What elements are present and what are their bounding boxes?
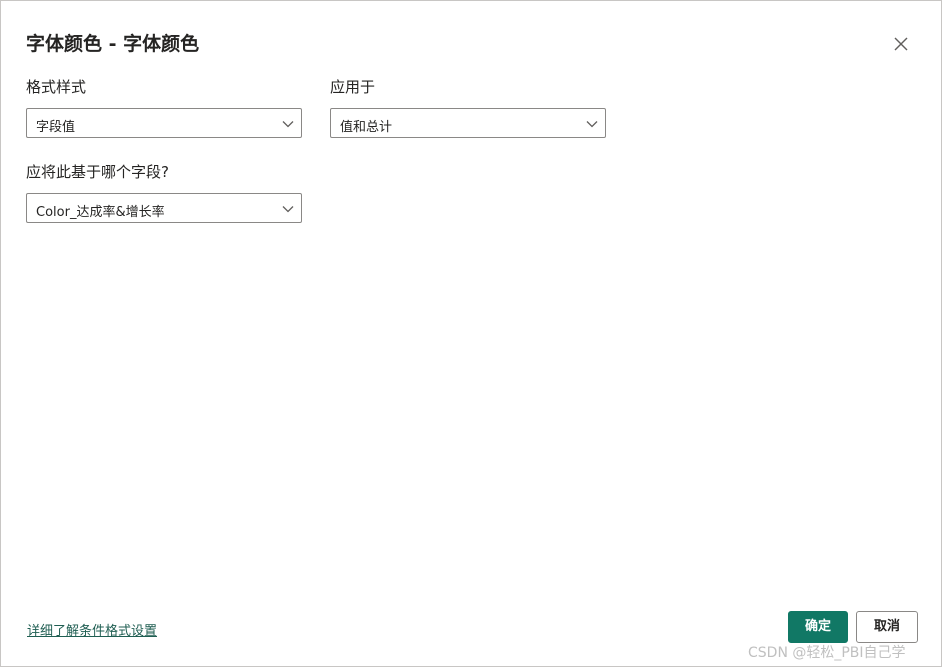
- learn-more-link[interactable]: 详细了解条件格式设置: [27, 620, 157, 639]
- format-style-dropdown[interactable]: 字段值: [26, 108, 302, 138]
- base-field-dropdown[interactable]: Color_达成率&增长率: [26, 193, 302, 223]
- close-icon: [894, 37, 908, 51]
- chevron-down-icon: [282, 206, 294, 213]
- format-style-value: 字段值: [36, 120, 76, 135]
- format-style-label: 格式样式: [26, 78, 87, 96]
- chevron-down-icon: [586, 121, 598, 128]
- watermark: CSDN @轻松_PBI自己学: [748, 645, 906, 661]
- apply-to-dropdown[interactable]: 值和总计: [330, 108, 606, 138]
- base-field-value: Color_达成率&增长率: [36, 205, 165, 220]
- apply-to-value: 值和总计: [340, 120, 393, 135]
- conditional-format-dialog: 字体颜色 - 字体颜色 格式样式 字段值 应用于 值和总计 应将此基于哪个字段?…: [0, 0, 942, 667]
- dialog-title: 字体颜色 - 字体颜色: [26, 33, 200, 55]
- cancel-button[interactable]: 取消: [856, 611, 918, 643]
- base-field-label: 应将此基于哪个字段?: [26, 163, 169, 181]
- apply-to-label: 应用于: [330, 78, 376, 96]
- ok-button[interactable]: 确定: [788, 611, 848, 643]
- close-button[interactable]: [891, 34, 911, 54]
- chevron-down-icon: [282, 121, 294, 128]
